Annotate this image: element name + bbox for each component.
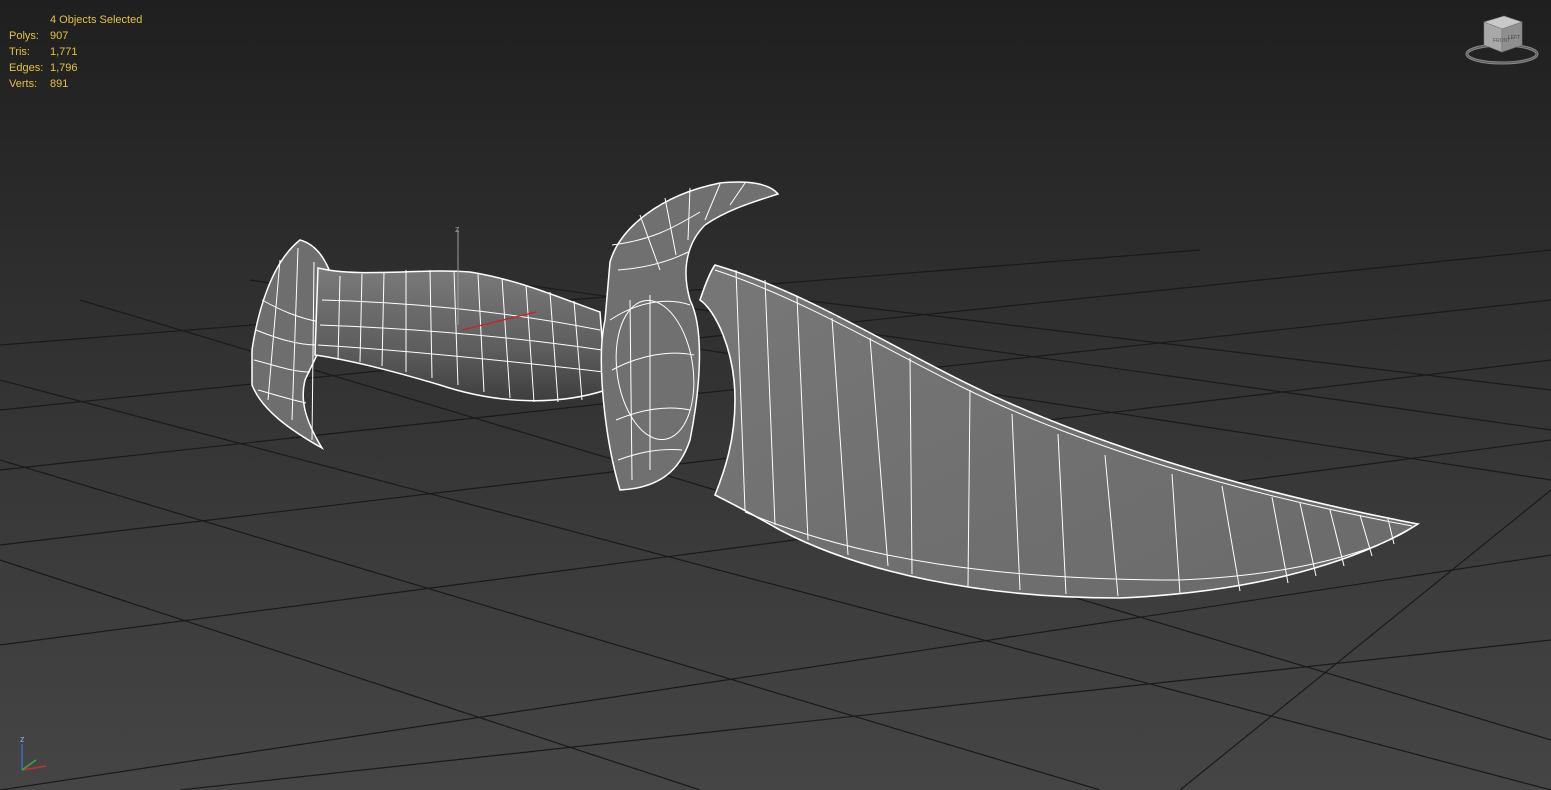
perspective-scene[interactable]: z [0, 0, 1551, 790]
stat-row-tris: Tris: 1,771 [9, 46, 78, 58]
knife-blade[interactable] [699, 264, 1421, 599]
viewcube-left-label: LEFT [1508, 35, 1520, 41]
axis-tripod-icon: z [20, 734, 47, 771]
3d-viewport[interactable]: z 4 Objects Selected Polys: 907 Tris: 1,… [0, 0, 1551, 790]
knife-handle[interactable] [314, 267, 607, 403]
viewport-statistics: 4 Objects Selected Polys: 907 Tris: 1,77… [9, 12, 142, 92]
stat-row-verts: Verts: 891 [9, 78, 69, 90]
stat-row-edges: Edges: 1,796 [9, 62, 78, 74]
viewcube-icon[interactable]: FRONT LEFT [1462, 12, 1542, 68]
gizmo-z-label: z [455, 224, 460, 234]
tripod-z-label: z [20, 734, 25, 744]
selection-label: 4 Objects Selected [50, 14, 143, 26]
stat-row-polys: Polys: 907 [9, 30, 69, 42]
